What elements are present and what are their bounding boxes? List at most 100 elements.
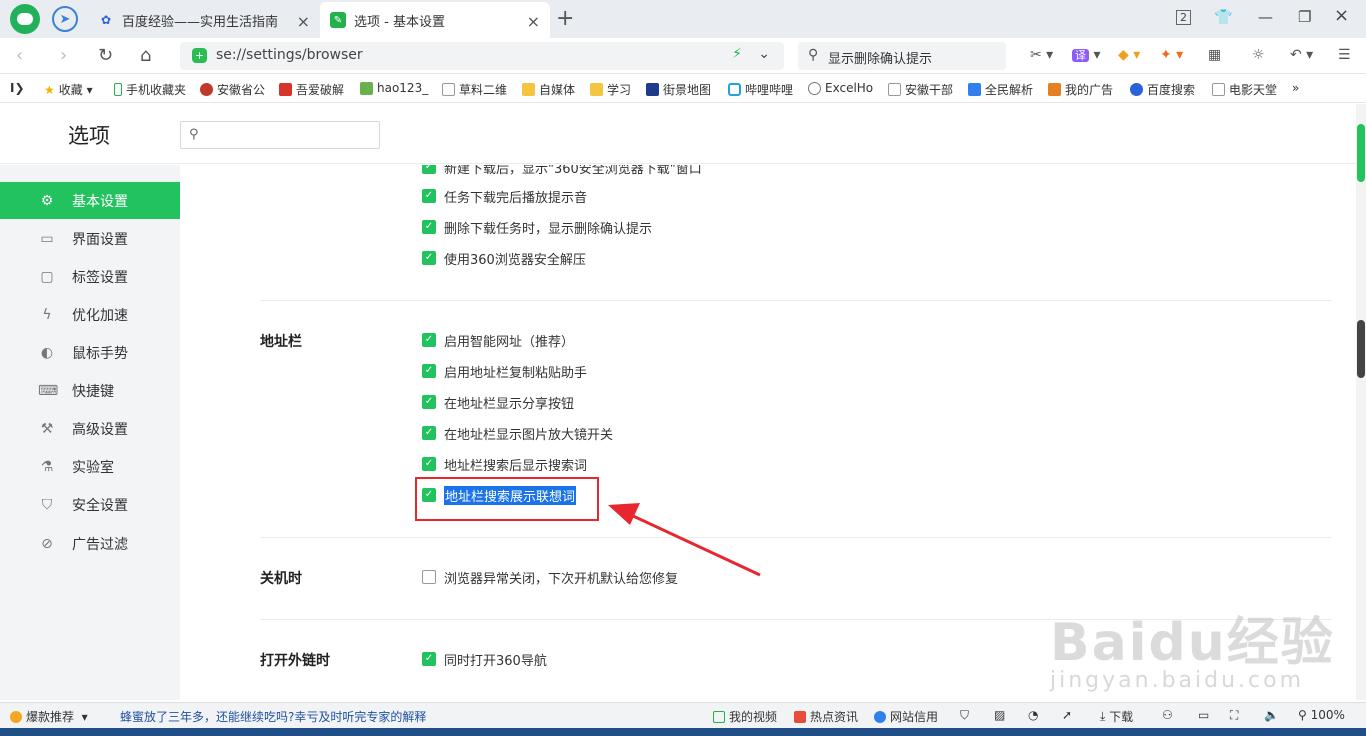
scrollbar[interactable] (1356, 104, 1366, 700)
checkbox-checked-icon[interactable]: ✓ (422, 364, 436, 378)
close-icon[interactable]: × (297, 12, 310, 31)
bookmark-item[interactable]: 安徽干部 (888, 81, 953, 98)
checkbox-checked-icon[interactable]: ✓ (422, 652, 436, 666)
sidebar-item-shortcuts[interactable]: ⌨ 快捷键 (0, 372, 180, 409)
volume-icon[interactable]: 🔈 (1264, 708, 1279, 722)
address-bar[interactable]: + se://settings/browser ⚡ ⌄ (180, 42, 784, 70)
new-tab-button[interactable]: + (556, 6, 574, 31)
bookmark-item[interactable]: hao123_ (360, 81, 428, 95)
sidebar-item-lab[interactable]: ⚗ 实验室 (0, 448, 180, 485)
scrollbar-thumb[interactable] (1357, 124, 1365, 182)
url-text[interactable]: se://settings/browser (216, 47, 363, 63)
option-share-button[interactable]: ✓ 在地址栏显示分享按钮 (422, 392, 574, 412)
browser-logo-icon[interactable] (10, 4, 40, 34)
settings-search-input[interactable] (207, 125, 373, 145)
forward-icon[interactable]: › (60, 45, 67, 66)
settings-search[interactable]: ⚲ (180, 121, 380, 149)
folder-icon (522, 83, 535, 96)
speed-icon[interactable]: ⚡ (732, 46, 742, 62)
bookmark-item[interactable]: 哔哩哔哩 (728, 81, 793, 98)
option-show-download-window[interactable]: ✓ 新建下载后，显示"360安全浏览器下载"窗口 (422, 165, 702, 177)
game-icon[interactable]: ✦ ▾ (1160, 47, 1183, 63)
navigate-icon[interactable]: ➤ (52, 6, 78, 32)
option-delete-confirm[interactable]: ✓ 删除下载任务时，显示删除确认提示 (422, 217, 652, 237)
hot-recommend[interactable]: 爆款推荐 ▾ (10, 708, 88, 725)
checkbox-checked-icon[interactable]: ✓ (422, 220, 436, 234)
sidebar-item-advanced[interactable]: ⚒ 高级设置 (0, 410, 180, 447)
option-image-magnifier[interactable]: ✓ 在地址栏显示图片放大镜开关 (422, 423, 613, 443)
option-copy-paste-helper[interactable]: ✓ 启用地址栏复制粘贴助手 (422, 361, 587, 381)
translate-icon[interactable]: 译 ▾ (1072, 47, 1100, 63)
sidebar-item-adblock[interactable]: ⊘ 广告过滤 (0, 525, 180, 562)
sidebar-item-basic[interactable]: ⚙ 基本设置 (0, 182, 180, 219)
zoom-control[interactable]: ⚲ 100% (1298, 708, 1345, 722)
shirt-icon[interactable]: 👕 (1214, 8, 1233, 26)
chevron-down-icon[interactable]: ⌄ (758, 46, 770, 62)
bookmark-item[interactable]: 全民解析 (968, 81, 1033, 98)
speed-dial-icon[interactable]: ◔ (1028, 708, 1038, 722)
checkbox-checked-icon[interactable]: ✓ (422, 395, 436, 409)
rocket-icon[interactable]: ➚ (1062, 708, 1072, 722)
theme-icon[interactable]: ☼ (1252, 47, 1265, 63)
site-credit-button[interactable]: 网站信用 (874, 708, 938, 725)
bookmark-item[interactable]: 我的广告 (1048, 81, 1113, 98)
ai-icon[interactable]: ⚇ (1162, 708, 1173, 722)
sidebar-item-mouse[interactable]: ◐ 鼠标手势 (0, 334, 180, 371)
sidebar-item-security[interactable]: ⛉ 安全设置 (0, 486, 180, 523)
bookmark-item[interactable]: 安徽省公 (200, 81, 265, 98)
fullscreen-icon[interactable]: ⛶ (1230, 708, 1238, 723)
option-download-sound[interactable]: ✓ 任务下载完后播放提示音 (422, 186, 587, 206)
bookmark-item[interactable]: 自媒体 (522, 81, 575, 98)
search-text[interactable]: 显示删除确认提示 (828, 48, 932, 67)
checkbox-unchecked-icon[interactable] (422, 570, 436, 584)
bookmark-item[interactable]: 草料二维 (442, 81, 507, 98)
tab-count-icon[interactable]: 2 (1176, 10, 1191, 25)
option-open-360-nav[interactable]: ✓ 同时打开360导航 (422, 649, 547, 669)
back-icon[interactable]: ‹ (16, 45, 23, 66)
download-button[interactable]: ⤓ 下载 (1100, 708, 1133, 725)
window-icon[interactable]: ▭ (1198, 708, 1209, 722)
bookmark-item[interactable]: 百度搜索 (1130, 81, 1195, 98)
option-smart-url[interactable]: ✓ 启用智能网址（推荐） (422, 330, 574, 350)
bookmark-item[interactable]: 吾爱破解 (279, 81, 344, 98)
sidebar-toggle-icon[interactable]: I❯ (10, 81, 25, 95)
menu-icon[interactable]: ☰ (1338, 47, 1351, 63)
refresh-icon[interactable]: ↻ (98, 45, 113, 66)
bookmark-item[interactable]: 手机收藏夹 (114, 81, 186, 98)
shield-icon[interactable]: ⛉ (960, 708, 969, 723)
hot-news-button[interactable]: 热点资讯 (794, 708, 858, 725)
close-window-button[interactable]: × (1334, 5, 1349, 26)
checkbox-checked-icon[interactable]: ✓ (422, 333, 436, 347)
wallet-icon[interactable]: ◆ ▾ (1118, 47, 1140, 63)
scissors-icon[interactable]: ✂ ▾ (1030, 47, 1053, 63)
news-ticker-link[interactable]: 蜂蜜放了三年多，还能继续吃吗?幸亏及时听完专家的解释 (120, 708, 426, 725)
image-icon[interactable]: ▨ (994, 708, 1005, 722)
bookmark-item[interactable]: 街景地图 (646, 81, 711, 98)
minimize-button[interactable]: — (1258, 8, 1273, 26)
sidebar-item-speed[interactable]: ϟ 优化加速 (0, 296, 180, 333)
sidebar-item-tabs[interactable]: ▢ 标签设置 (0, 258, 180, 295)
undo-icon[interactable]: ↶ ▾ (1290, 47, 1313, 63)
tab-settings[interactable]: ✎ 选项 - 基本设置 × (320, 2, 550, 38)
more-bookmarks-icon[interactable]: » (1292, 81, 1299, 95)
option-show-search-term[interactable]: ✓ 地址栏搜索后显示搜索词 (422, 454, 587, 474)
page-scrollbar-thumb[interactable] (1357, 320, 1365, 378)
bookmark-item[interactable]: 学习 (590, 81, 631, 98)
bookmark-item[interactable]: 电影天堂 (1212, 81, 1277, 98)
tab-baidu-jingyan[interactable]: ✿ 百度经验——实用生活指南 × (88, 2, 320, 38)
checkbox-checked-icon[interactable]: ✓ (422, 426, 436, 440)
home-icon[interactable]: ⌂ (140, 45, 151, 66)
option-safe-unzip[interactable]: ✓ 使用360浏览器安全解压 (422, 248, 586, 268)
grid-icon[interactable]: ▦ (1208, 47, 1221, 63)
my-video-button[interactable]: 我的视频 (713, 708, 777, 725)
maximize-button[interactable]: ❐ (1298, 8, 1311, 26)
checkbox-checked-icon[interactable]: ✓ (422, 189, 436, 203)
search-box[interactable]: ⚲ 显示删除确认提示 (798, 42, 1006, 70)
bookmark-item[interactable]: ExcelHo (808, 81, 873, 95)
close-icon[interactable]: × (527, 12, 540, 31)
bookmark-favorites[interactable]: ★ 收藏 ▾ (44, 81, 93, 98)
sidebar-item-interface[interactable]: ▭ 界面设置 (0, 220, 180, 257)
checkbox-checked-icon[interactable]: ✓ (422, 457, 436, 471)
checkbox-checked-icon[interactable]: ✓ (422, 251, 436, 265)
checkbox-checked-icon[interactable]: ✓ (422, 165, 436, 174)
